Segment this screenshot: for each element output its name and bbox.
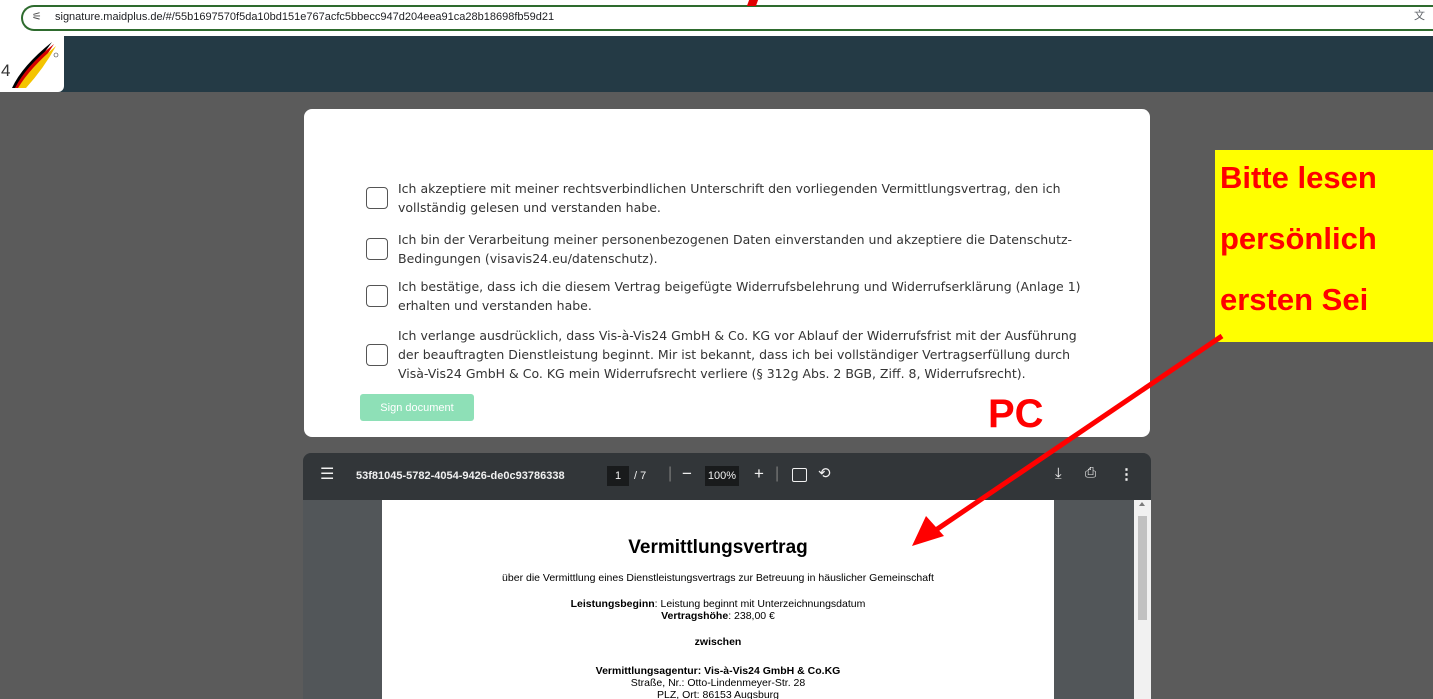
agency-city: PLZ, Ort: 86153 Augsburg — [657, 689, 779, 699]
page-total: / 7 — [634, 470, 647, 482]
annotation-arrow — [912, 333, 1224, 546]
document-subtitle: über die Vermittlung eines Dienstleistun… — [502, 572, 934, 584]
annotation-line-1: Bitte lesen — [1220, 160, 1377, 195]
service-start-label: Leistungsbeginn — [570, 598, 655, 610]
zoom-out-icon[interactable]: − — [682, 464, 692, 484]
consent-checkbox-2[interactable] — [366, 238, 388, 260]
consent-checkbox-4[interactable] — [366, 344, 388, 366]
zoom-in-icon[interactable]: + — [754, 464, 764, 484]
zoom-level-input[interactable]: 100% — [705, 466, 739, 486]
company-logo[interactable]: 4 — [0, 36, 64, 92]
toolbar-divider: | — [668, 465, 673, 482]
app-header: 4 — [0, 36, 1433, 92]
toolbar-divider: | — [775, 465, 780, 482]
sign-document-button[interactable]: Sign document — [360, 394, 474, 421]
page-number-input[interactable]: 1 — [607, 466, 629, 486]
agency-street: Straße, Nr.: Otto-Lindenmeyer-Str. 28 — [630, 677, 806, 689]
logo-graphic: 4 — [1, 42, 59, 88]
contract-amount-line: Vertragshöhe: 238,00 € — [382, 610, 1054, 622]
fit-page-icon[interactable] — [792, 468, 807, 482]
service-start-line: Leistungsbeginn: Leistung beginnt mit Un… — [382, 598, 1054, 610]
consent-label-1: Ich akzeptiere mit meiner rechtsverbindl… — [398, 181, 1061, 215]
tune-icon[interactable]: ⚟ — [32, 10, 46, 26]
annotation-line-2: persönlich — [1220, 221, 1377, 256]
browser-address-bar: ⚟ signature.maidplus.de/#/55b1697570f5da… — [0, 0, 1433, 36]
service-start-value: : Leistung beginnt mit Unterzeichnungsda… — [654, 598, 866, 610]
consent-checkbox-1[interactable] — [366, 187, 388, 209]
logo-char: 4 — [1, 61, 10, 80]
url-field[interactable]: ⚟ signature.maidplus.de/#/55b1697570f5da… — [21, 5, 1433, 31]
contract-amount-value: : 238,00 € — [728, 610, 775, 622]
annotation-note: Bitte lesen persönlich ersten Sei — [1215, 150, 1433, 342]
url-text[interactable]: signature.maidplus.de/#/55b1697570f5da10… — [55, 11, 554, 23]
rotate-icon[interactable]: ⟲ — [818, 464, 831, 482]
agency-name: Vermittlungsagentur: Vis-à-Vis24 GmbH & … — [595, 665, 841, 677]
contract-amount-label: Vertragshöhe — [661, 610, 729, 622]
menu-icon[interactable]: ☰ — [320, 467, 334, 483]
translate-icon[interactable]: 文 — [1414, 7, 1432, 25]
consent-checkbox-3[interactable] — [366, 285, 388, 307]
pdf-filename: 53f81045-5782-4054-9426-de0c93786338 — [356, 470, 565, 482]
annotation-line-3: ersten Sei — [1220, 282, 1369, 317]
consent-label-3: Ich bestätige, dass ich die diesem Vertr… — [398, 279, 1081, 313]
consent-label-2: Ich bin der Verarbeitung meiner personen… — [398, 232, 1073, 266]
between-label: zwischen — [694, 636, 742, 648]
